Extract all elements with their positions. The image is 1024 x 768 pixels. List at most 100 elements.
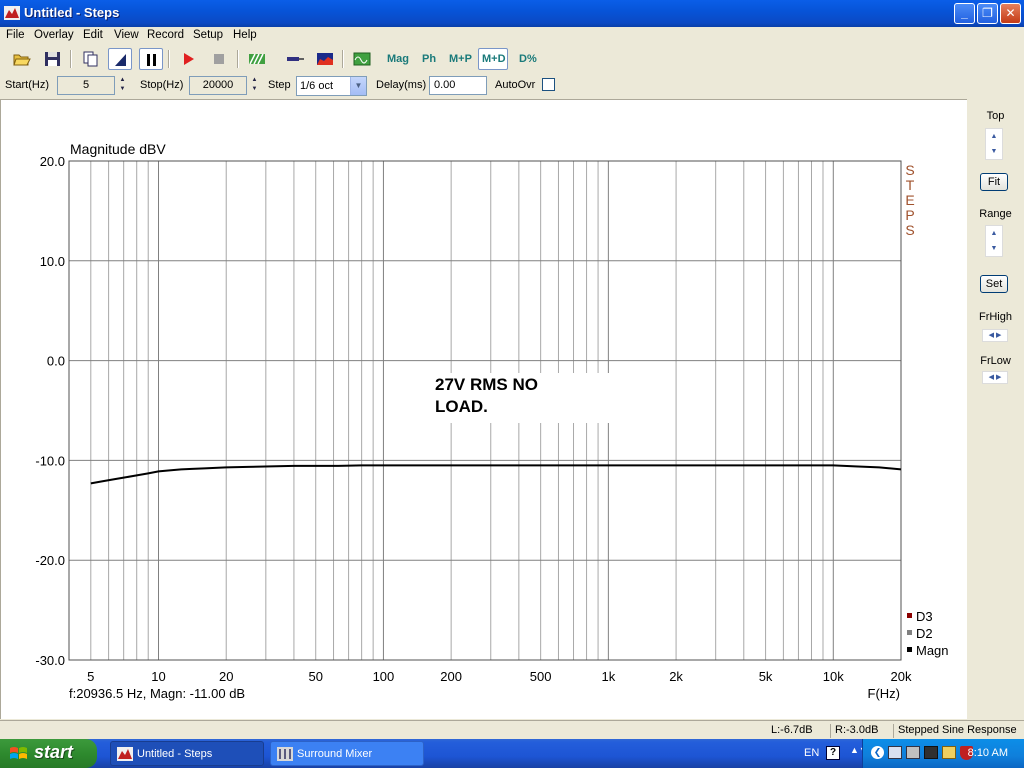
top-spinner[interactable]: ▲ ▼ <box>985 128 1003 160</box>
range-spinner[interactable]: ▲ ▼ <box>985 225 1003 257</box>
clock[interactable]: 8:10 AM <box>968 747 1008 759</box>
save-icon <box>45 52 60 66</box>
arrow-down-icon[interactable]: ▼ <box>986 144 1002 159</box>
title-bar[interactable]: Untitled - Steps _ ❐ ✕ <box>0 0 1024 27</box>
frlow-spinner[interactable]: ◀ ▶ <box>982 371 1008 384</box>
hatch-icon <box>249 53 265 65</box>
task-steps[interactable]: Untitled - Steps <box>110 741 264 766</box>
language-indicator[interactable]: EN <box>804 747 819 759</box>
taskbar: start Untitled - Steps Surround Mixer EN… <box>0 739 1024 768</box>
start-button[interactable]: start <box>0 739 97 768</box>
sweep-button[interactable] <box>108 48 132 70</box>
autoovr-checkbox[interactable] <box>542 78 555 91</box>
play-icon <box>184 53 194 65</box>
toolbar-separator <box>168 50 170 68</box>
arrow-up-icon[interactable]: ▲ <box>986 129 1002 144</box>
status-bar: L:-6.7dB R:-3.0dB Stepped Sine Response <box>0 720 1024 739</box>
stop-field[interactable]: 20000 <box>189 76 247 95</box>
monitor-icon[interactable] <box>906 746 920 759</box>
help-icon[interactable]: ? <box>826 746 840 760</box>
spin-down-icon[interactable]: ▼ <box>248 85 261 94</box>
x-tick-label: 10 <box>151 669 165 684</box>
y-tick-label: 10.0 <box>40 254 65 269</box>
scope-button[interactable] <box>350 48 374 70</box>
probe-button[interactable] <box>282 48 306 70</box>
stop-button[interactable] <box>208 48 232 70</box>
menu-overlay[interactable]: Overlay <box>34 29 74 41</box>
app-icon <box>4 6 20 20</box>
arrow-up-icon[interactable]: ▲ <box>986 226 1002 241</box>
dist-percent-button[interactable]: D% <box>519 53 537 65</box>
minimize-button[interactable]: _ <box>954 3 975 24</box>
x-tick-label: 5 <box>87 669 94 684</box>
menu-setup[interactable]: Setup <box>193 29 223 41</box>
menu-view[interactable]: View <box>114 29 139 41</box>
restore-button[interactable]: ❐ <box>977 3 998 24</box>
y-tick-label: -30.0 <box>35 653 65 668</box>
menu-record[interactable]: Record <box>147 29 184 41</box>
delay-field[interactable]: 0.00 <box>429 76 487 95</box>
side-text-letter: S <box>905 222 914 238</box>
copy-button[interactable] <box>79 48 103 70</box>
chevron-left-icon[interactable]: ❮ <box>871 746 884 759</box>
spin-down-icon[interactable]: ▼ <box>116 85 129 94</box>
save-button[interactable] <box>41 48 65 70</box>
task-surround-mixer-label: Surround Mixer <box>297 748 373 760</box>
toolbar: Mag Ph M+P M+D D% <box>0 46 1024 72</box>
step-select[interactable]: 1/6 oct ▼ <box>296 76 367 96</box>
app-icon <box>117 747 133 761</box>
mag-dist-button[interactable]: M+D <box>478 48 508 70</box>
y-tick-label: 20.0 <box>40 154 65 169</box>
mixer-icon <box>277 747 293 761</box>
open-button[interactable] <box>10 48 34 70</box>
legend-swatch <box>907 630 912 635</box>
play-button[interactable] <box>177 48 201 70</box>
side-text-letter: P <box>905 207 914 223</box>
plot-area[interactable]: 20.0 10.0 0.0 -10.0 -20.0 -30.0 5 10 20 50 100 200 5… <box>0 99 967 719</box>
menu-help[interactable]: Help <box>233 29 257 41</box>
start-field[interactable]: 5 <box>57 76 115 95</box>
phase-button[interactable]: Ph <box>422 53 436 65</box>
task-surround-mixer[interactable]: Surround Mixer <box>270 741 424 766</box>
side-text-letter: E <box>905 192 914 208</box>
delay-label: Delay(ms) <box>376 79 427 91</box>
top-label: Top <box>986 110 1005 122</box>
start-spinner[interactable]: ▲ ▼ <box>116 76 129 95</box>
mag-dist-label: M+D <box>482 53 506 65</box>
x-tick-label: 200 <box>440 669 462 684</box>
task-steps-label: Untitled - Steps <box>137 748 213 760</box>
arrow-down-icon[interactable]: ▼ <box>986 241 1002 256</box>
spin-up-icon[interactable]: ▲ <box>116 76 129 85</box>
pattern-button[interactable] <box>245 48 269 70</box>
status-mode: Stepped Sine Response <box>893 724 1017 738</box>
x-tick-label: 2k <box>669 669 683 684</box>
stop-spinner[interactable]: ▲ ▼ <box>248 76 261 95</box>
mag-phase-button[interactable]: M+P <box>449 53 472 65</box>
menu-edit[interactable]: Edit <box>83 29 103 41</box>
chevron-down-icon[interactable]: ▼ <box>350 77 366 95</box>
network-icon[interactable] <box>888 746 902 759</box>
x-tick-label: 20k <box>891 669 912 684</box>
set-button[interactable]: Set <box>980 275 1008 293</box>
toolbar-separator <box>237 50 239 68</box>
pause-button[interactable] <box>139 48 163 70</box>
fit-button[interactable]: Fit <box>980 173 1008 191</box>
folder-open-icon <box>13 54 31 66</box>
probe-icon <box>287 57 304 61</box>
y-axis-label: Magnitude dBV <box>70 141 166 157</box>
close-button[interactable]: ✕ <box>1000 3 1021 24</box>
device-icon[interactable] <box>924 746 938 759</box>
folder-icon[interactable] <box>942 746 956 759</box>
frhigh-spinner[interactable]: ◀ ▶ <box>982 329 1008 342</box>
menu-file[interactable]: File <box>6 29 25 41</box>
magnitude-chart[interactable]: 20.0 10.0 0.0 -10.0 -20.0 -30.0 5 10 20 50 100 200 5… <box>1 100 966 718</box>
status-right-level: R:-3.0dB <box>830 724 878 738</box>
step-value: 1/6 oct <box>300 80 334 92</box>
window-title: Untitled - Steps <box>24 5 120 20</box>
legend-label: D2 <box>916 626 933 641</box>
mag-button[interactable]: Mag <box>387 53 409 65</box>
parameters-bar: Start(Hz) 5 ▲ ▼ Stop(Hz) 20000 ▲ ▼ Step 1/… <box>0 73 1024 97</box>
spectrum-button[interactable] <box>313 48 337 70</box>
legend-swatch <box>907 647 912 652</box>
spin-up-icon[interactable]: ▲ <box>248 76 261 85</box>
